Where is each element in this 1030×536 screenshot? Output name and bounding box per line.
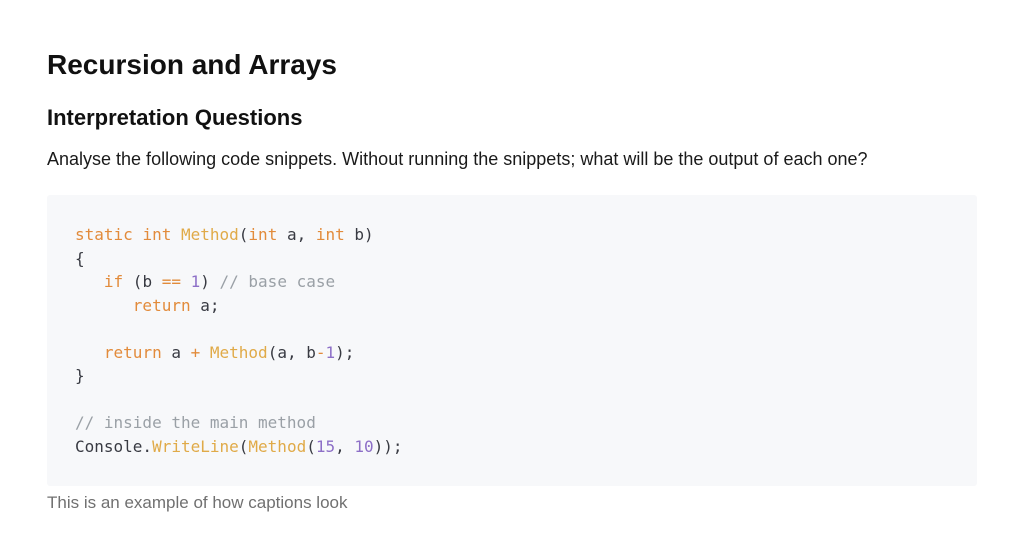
section-heading: Interpretation Questions [47, 105, 303, 130]
code-text: ( [238, 225, 249, 244]
code-keyword: return [103, 342, 162, 362]
code-text: { [75, 248, 85, 268]
code-content: static int Method(int a, int b){ if (b =… [75, 223, 403, 458]
code-keyword: if [103, 272, 124, 291]
code-line: if (b == 1) // base case [75, 270, 403, 294]
code-number: 1 [325, 342, 336, 362]
code-text: } [75, 366, 85, 385]
code-line: Console.WriteLine(Method(15, 10)); [75, 435, 403, 459]
code-text: ( [306, 436, 316, 456]
code-comment: // base case [219, 272, 336, 291]
code-operator: - [315, 342, 326, 362]
code-keyword: int [248, 225, 278, 244]
code-line: static int Method(int a, int b) [75, 223, 403, 247]
code-number: 1 [190, 272, 201, 291]
intro-paragraph: Analyse the following code snippets. Wit… [47, 149, 868, 169]
code-text: ); [335, 342, 355, 362]
code-text: a [161, 342, 191, 362]
code-function: WriteLine [152, 436, 239, 456]
code-text: a, [277, 225, 316, 244]
code-number: 10 [354, 436, 374, 456]
code-operator: + [190, 342, 201, 362]
code-keyword: int [315, 225, 345, 244]
code-text: Console. [75, 436, 153, 456]
code-text: b) [344, 225, 374, 244]
code-keyword: return [132, 295, 191, 315]
code-comment: // inside the main method [75, 413, 316, 432]
code-block[interactable]: static int Method(int a, int b){ if (b =… [47, 195, 977, 486]
code-keyword: int [142, 225, 172, 244]
code-keyword: static [75, 225, 133, 244]
code-line: // inside the main method [75, 411, 403, 435]
code-text: , [335, 436, 355, 456]
code-text: ( [238, 436, 249, 456]
code-number: 15 [315, 436, 336, 456]
code-text: )); [373, 436, 403, 456]
code-text: (b [123, 272, 162, 291]
code-line: return a; [75, 294, 403, 318]
code-function: Method [180, 225, 239, 244]
code-line: { [75, 247, 403, 271]
code-text: a; [190, 295, 220, 315]
code-operator: == [161, 272, 181, 291]
code-line: return a + Method(a, b-1); [75, 341, 403, 365]
page-title: Recursion and Arrays [47, 49, 337, 80]
code-text: (a, b [267, 342, 316, 362]
code-function: Method [248, 436, 307, 456]
code-function: Method [209, 342, 268, 362]
caption: This is an example of how captions look [47, 493, 348, 512]
page: Recursion and Arrays Interpretation Ques… [0, 0, 1030, 536]
code-text: ) [200, 272, 220, 291]
code-line: } [75, 364, 403, 388]
